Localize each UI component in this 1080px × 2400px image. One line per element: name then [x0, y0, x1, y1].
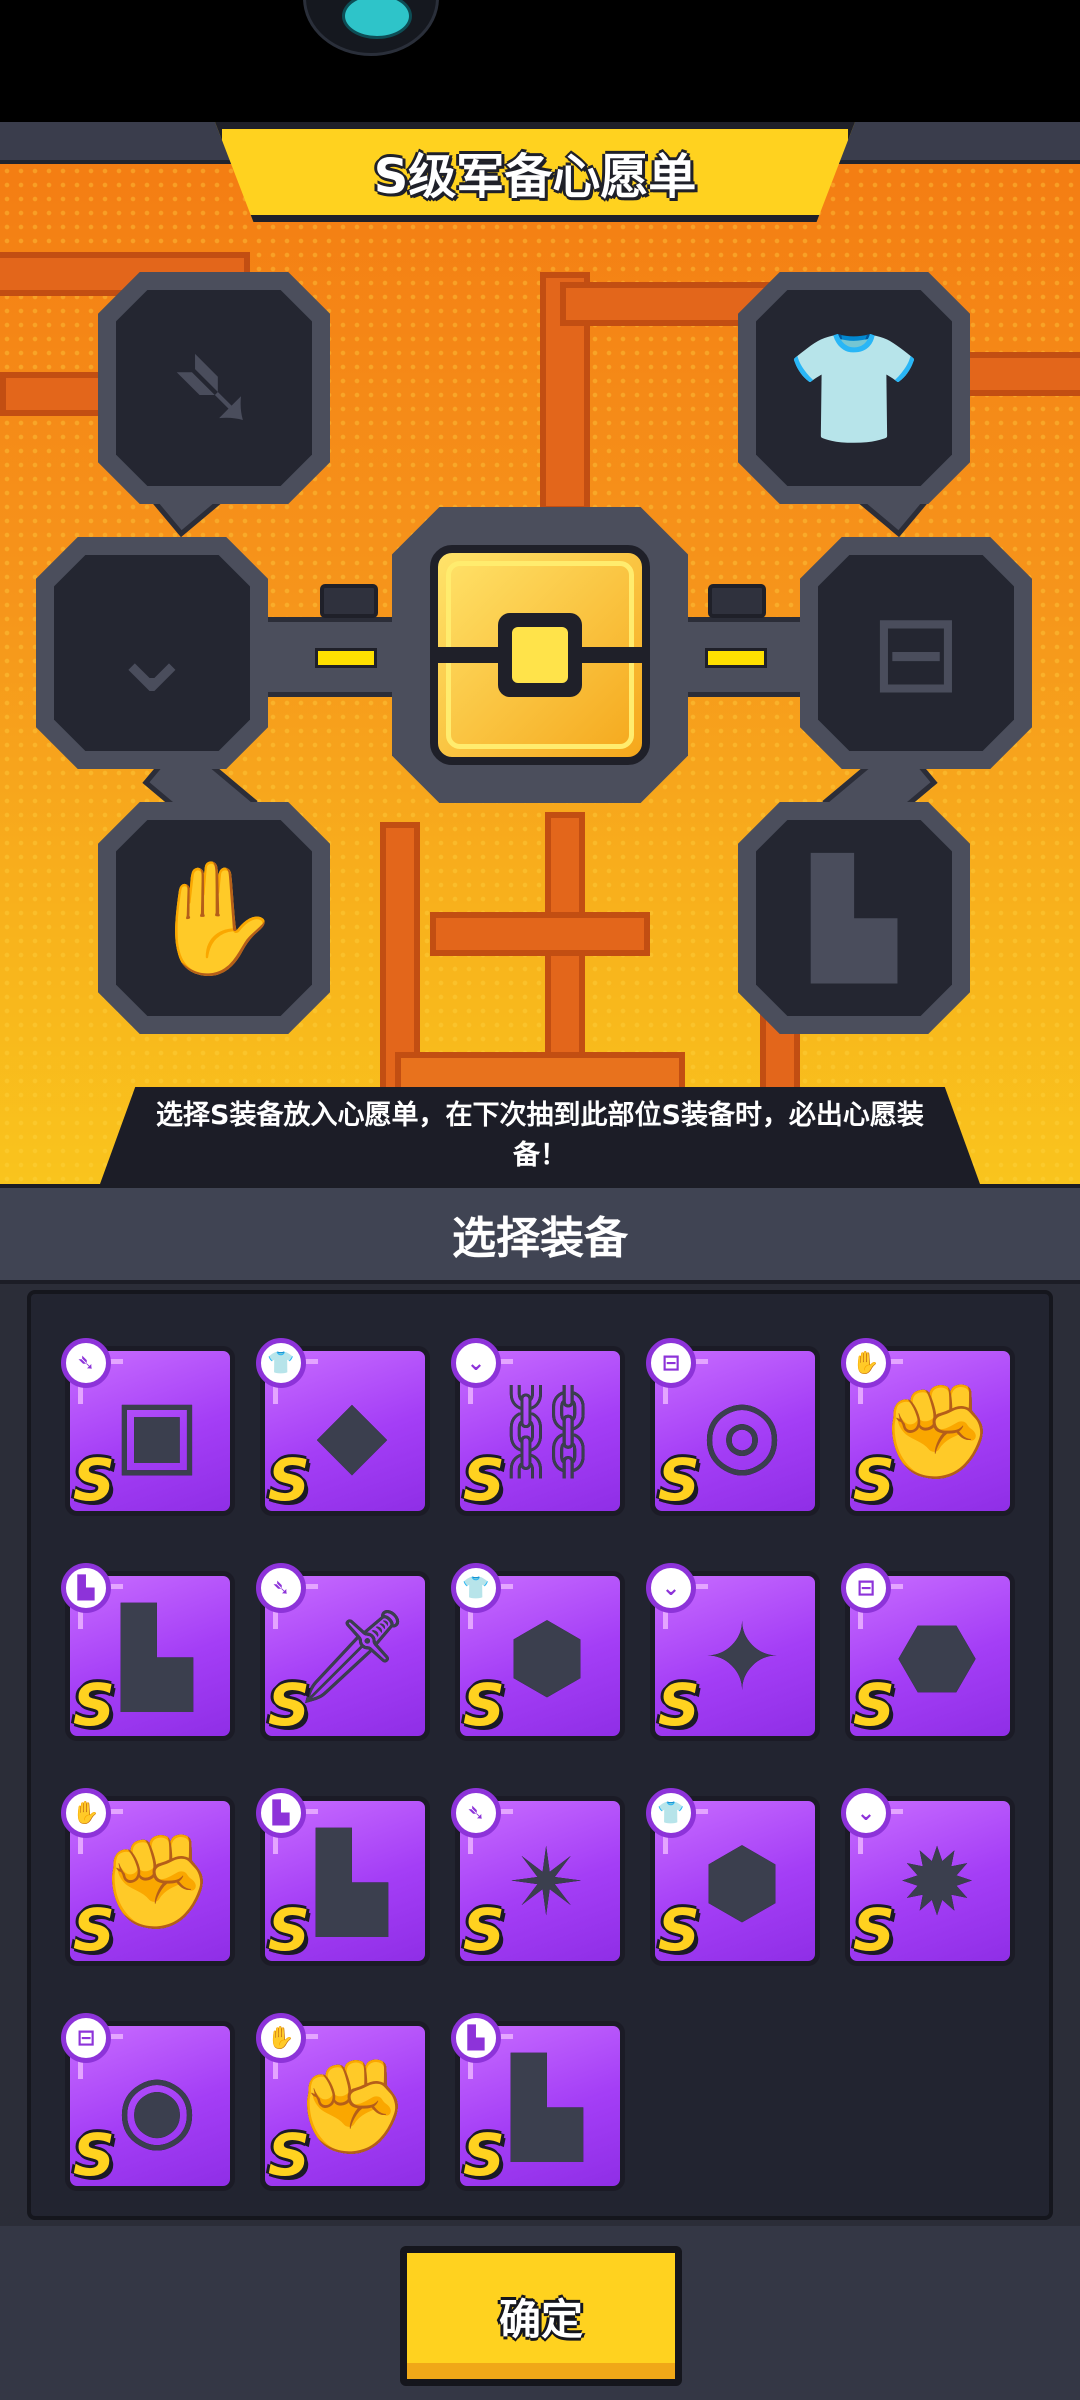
glove-slot-badge-icon: ✋	[61, 1788, 111, 1838]
rank-label: S	[658, 1446, 700, 1514]
equipment-item-necklace[interactable]: ✦ ⌄ S	[646, 1563, 820, 1741]
rank-label: S	[463, 2121, 505, 2189]
equipment-item-glove[interactable]: ✊ ✋ S	[256, 2013, 430, 2191]
wish-slot-weapon[interactable]: ➴	[98, 272, 330, 504]
rank-label: S	[73, 1671, 115, 1739]
notice-banner: 选择S装备放入心愿单，在下次抽到此部位S装备时，必出心愿装备！	[100, 1087, 980, 1184]
confirm-button[interactable]: 确定	[400, 2246, 682, 2386]
wish-slot-glove[interactable]: ✋	[98, 802, 330, 1034]
rank-label: S	[853, 1446, 895, 1514]
weapon-slot-badge-icon: ➴	[256, 1563, 306, 1613]
weapon-slot-badge-icon: ➴	[451, 1788, 501, 1838]
equipment-item-armor[interactable]: ◆ 👕 S	[256, 1338, 430, 1516]
necklace-slot-badge-icon: ⌄	[646, 1563, 696, 1613]
equipment-item-weapon[interactable]: ▣ ➴ S	[61, 1338, 235, 1516]
equipment-item-necklace[interactable]: ✹ ⌄ S	[841, 1788, 1015, 1966]
glove-slot-badge-icon: ✋	[841, 1338, 891, 1388]
wish-slot-necklace[interactable]: ⌄	[36, 537, 268, 769]
belt-slot-badge-icon: ⊟	[841, 1563, 891, 1613]
belt-slot-badge-icon: ⊟	[61, 2013, 111, 2063]
wish-slot-belt[interactable]: ⊟	[800, 537, 1032, 769]
necklace-slot-icon: ⌄	[105, 589, 199, 717]
armor-slot-badge-icon: 👕	[646, 1788, 696, 1838]
belt-slot-icon: ⊟	[869, 589, 963, 717]
rank-label: S	[268, 2121, 310, 2189]
equipment-item-armor[interactable]: ⬢ 👕 S	[451, 1563, 625, 1741]
equipment-item-belt[interactable]: ⬣ ⊟ S	[841, 1563, 1015, 1741]
equipment-item-necklace[interactable]: ⛓ ⌄ S	[451, 1338, 625, 1516]
rank-label: S	[463, 1446, 505, 1514]
section-title: 选择装备	[452, 1213, 628, 1264]
status-bar	[0, 0, 1080, 122]
equipment-item-boots[interactable]: ▙ ▙ S	[451, 2013, 625, 2191]
boots-slot-badge-icon: ▙	[256, 1788, 306, 1838]
pipe-decoration	[430, 912, 650, 956]
wish-slot-armor[interactable]: 👕	[738, 272, 970, 504]
glove-slot-badge-icon: ✋	[256, 2013, 306, 2063]
rank-label: S	[73, 1446, 115, 1514]
wish-core	[392, 507, 688, 803]
equipment-grid: ▣ ➴ S ◆ 👕 S ⛓ ⌄ S ◎ ⊟ S ✊ ✋ S ▙ ▙ S 🗡 ➴ S ⬢ 👕 S ✦ ⌄ S ⬣ ⊟ S ✊ ✋ S ▙ ▙ S ✴ ➴ S ⬢…	[27, 1290, 1053, 2220]
rank-label: S	[658, 1671, 700, 1739]
glove-slot-icon: ✋	[145, 854, 283, 982]
rank-label: S	[463, 1671, 505, 1739]
equipment-item-glove[interactable]: ✊ ✋ S	[841, 1338, 1015, 1516]
necklace-slot-badge-icon: ⌄	[451, 1338, 501, 1388]
rank-label: S	[853, 1671, 895, 1739]
wish-slot-boots[interactable]: ▙	[738, 802, 970, 1034]
necklace-slot-badge-icon: ⌄	[841, 1788, 891, 1838]
weapon-slot-icon: ➴	[167, 324, 261, 452]
bolt	[708, 584, 766, 618]
indicator-light	[705, 648, 767, 668]
rank-label: S	[268, 1671, 310, 1739]
rank-label: S	[268, 1896, 310, 1964]
boots-slot-icon: ▙	[811, 854, 897, 982]
rank-label: S	[463, 1896, 505, 1964]
notice-text: 选择S装备放入心愿单，在下次抽到此部位S装备时，必出心愿装备！	[156, 1099, 924, 1171]
boots-slot-badge-icon: ▙	[61, 1563, 111, 1613]
rank-label: S	[853, 1896, 895, 1964]
equipment-item-boots[interactable]: ▙ ▙ S	[61, 1563, 235, 1741]
rank-label: S	[73, 2121, 115, 2189]
wish-list-panel: S级军备心愿单 ➴ 👕 ⌄ ⊟ ✋ ▙ 选择S装备放入心愿单，在下次抽到此部位S…	[0, 122, 1080, 1184]
equipment-item-glove[interactable]: ✊ ✋ S	[61, 1788, 235, 1966]
section-header: 选择装备	[0, 1184, 1080, 1284]
equipment-item-weapon[interactable]: ✴ ➴ S	[451, 1788, 625, 1966]
equipment-item-weapon[interactable]: 🗡 ➴ S	[256, 1563, 430, 1741]
equipment-item-armor[interactable]: ⬢ 👕 S	[646, 1788, 820, 1966]
weapon-slot-badge-icon: ➴	[61, 1338, 111, 1388]
indicator-light	[315, 648, 377, 668]
rank-label: S	[658, 1896, 700, 1964]
title-banner: S级军备心愿单	[215, 122, 855, 222]
page-title: S级军备心愿单	[373, 149, 697, 205]
equipment-item-belt[interactable]: ◉ ⊟ S	[61, 2013, 235, 2191]
equipment-item-belt[interactable]: ◎ ⊟ S	[646, 1338, 820, 1516]
equipment-item-boots[interactable]: ▙ ▙ S	[256, 1788, 430, 1966]
rank-label: S	[73, 1896, 115, 1964]
armor-slot-badge-icon: 👕	[256, 1338, 306, 1388]
rank-label: S	[268, 1446, 310, 1514]
bolt	[320, 584, 378, 618]
armor-slot-icon: 👕	[785, 324, 923, 452]
footer-bar: 确定	[0, 2226, 1080, 2400]
belt-slot-badge-icon: ⊟	[646, 1338, 696, 1388]
core-gem-icon	[430, 545, 650, 765]
confirm-label: 确定	[498, 2294, 583, 2344]
boots-slot-badge-icon: ▙	[451, 2013, 501, 2063]
avatar	[303, 0, 439, 56]
armor-slot-badge-icon: 👕	[451, 1563, 501, 1613]
